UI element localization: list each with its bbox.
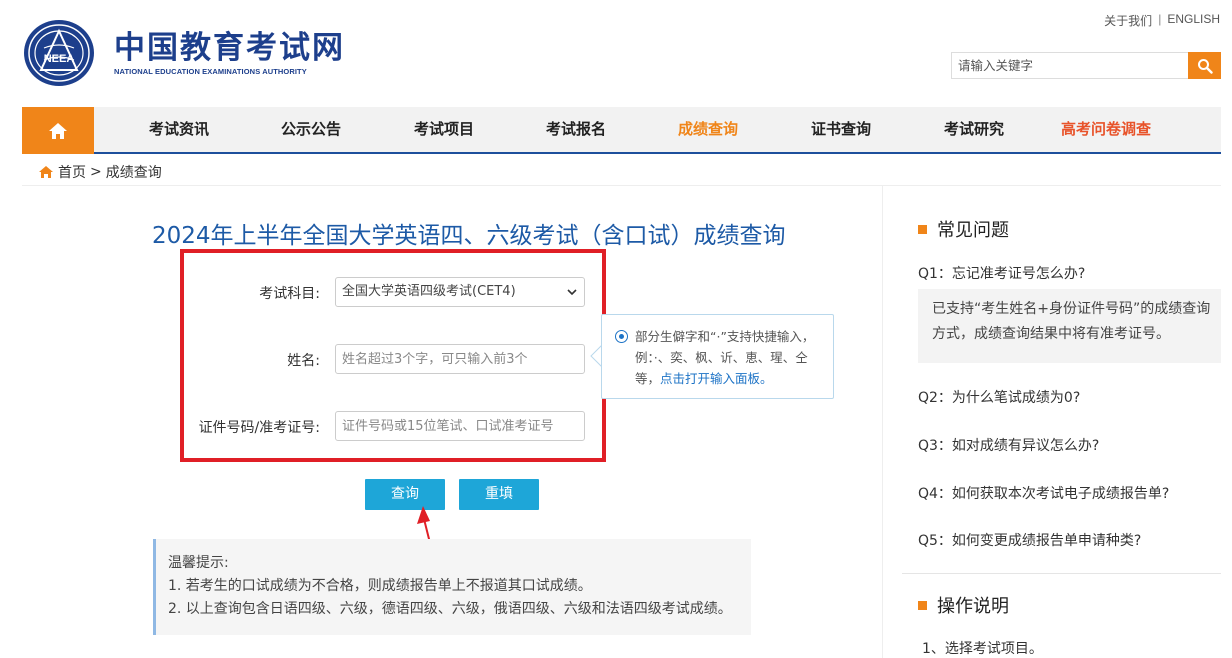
nav-item-certificate-query[interactable]: 证书查询 — [811, 107, 871, 152]
column-divider — [882, 186, 883, 658]
sidebar-divider — [902, 573, 1221, 574]
name-label: 姓名: — [287, 353, 320, 369]
nav-item-gaokao-survey[interactable]: 高考问卷调查 — [1061, 107, 1151, 152]
faq-question-2[interactable]: Q2：为什么笔试成绩为0? — [918, 387, 1080, 407]
breadcrumb-home[interactable]: 首页 — [58, 162, 86, 182]
site-logo[interactable]: NEEA 中国教育考试网 NATIONAL EDUCATION EXAMINAT… — [22, 18, 345, 88]
guide-heading: 操作说明 — [918, 592, 1009, 618]
logo-subtitle: NATIONAL EDUCATION EXAMINATIONS AUTHORIT… — [114, 66, 307, 76]
hint-radio-icon — [615, 330, 628, 343]
rare-char-hint: 部分生僻字和“·”支持快捷输入，例：·、奕、枫、䜣、恵、瑆、仝等，点击打开输入面… — [601, 314, 834, 399]
nav-item-registration[interactable]: 考试报名 — [546, 107, 606, 152]
faq-question-1[interactable]: Q1：忘记准考证号怎么办? — [918, 263, 1085, 283]
faq-title: 常见问题 — [937, 220, 1009, 241]
id-label: 证件号码/准考证号: — [198, 420, 320, 436]
search-icon — [1197, 58, 1213, 74]
open-input-panel-link[interactable]: 点击打开输入面板。 — [660, 371, 773, 386]
guide-step-1: 1、选择考试项目。 — [922, 641, 1043, 657]
subject-select-value: 全国大学英语四级考试(CET4) — [342, 284, 516, 299]
faq-question-5[interactable]: Q5：如何变更成绩报告单申请种类? — [918, 530, 1141, 550]
square-bullet-icon — [918, 224, 927, 234]
search-button[interactable] — [1188, 52, 1221, 79]
main-nav: 考试资讯 公示公告 考试项目 考试报名 成绩查询 证书查询 考试研究 高考问卷调… — [22, 107, 1221, 154]
subject-label: 考试科目: — [259, 286, 320, 302]
chevron-down-icon — [567, 289, 577, 296]
breadcrumb-current: 成绩查询 — [105, 165, 162, 181]
about-link[interactable]: 关于我们 — [1104, 12, 1152, 29]
neea-emblem-icon: NEEA — [24, 20, 94, 86]
id-number-input[interactable] — [335, 411, 585, 441]
logo-title: 中国教育考试网 — [114, 29, 345, 66]
home-icon — [49, 122, 67, 139]
svg-text:NEEA: NEEA — [44, 53, 75, 65]
english-link[interactable]: ENGLISH — [1167, 12, 1220, 29]
square-bullet-icon — [918, 600, 927, 610]
warm-tips: 温馨提示: 1. 若考生的口试成绩为不合格，则成绩报告单上不报道其口试成绩。 2… — [153, 539, 751, 635]
breadcrumb-separator: > — [90, 164, 102, 180]
top-links: 关于我们 | ENGLISH — [1104, 12, 1220, 29]
top-links-separator: | — [1158, 12, 1162, 26]
home-icon — [39, 166, 53, 178]
form-row-subject: 考试科目: 全国大学英语四级考试(CET4) — [184, 277, 602, 307]
breadcrumb: 首页 > 成绩查询 — [38, 162, 162, 182]
faq-answer-1: 已支持“考生姓名+身份证件号码”的成绩查询方式，成绩查询结果中将有准考证号。 — [918, 289, 1221, 363]
nav-item-exam-news[interactable]: 考试资讯 — [149, 107, 209, 152]
nav-item-exam-programs[interactable]: 考试项目 — [414, 107, 474, 152]
search-input[interactable] — [951, 52, 1188, 79]
faq-question-3[interactable]: Q3：如对成绩有异议怎么办? — [918, 435, 1099, 455]
nav-item-exam-research[interactable]: 考试研究 — [944, 107, 1004, 152]
faq-question-4[interactable]: Q4：如何获取本次考试电子成绩报告单? — [918, 483, 1169, 503]
guide-title: 操作说明 — [937, 596, 1009, 617]
nav-item-score-query[interactable]: 成绩查询 — [678, 107, 738, 152]
reset-button[interactable]: 重填 — [459, 479, 539, 510]
subject-select[interactable]: 全国大学英语四级考试(CET4) — [335, 277, 585, 307]
form-row-id: 证件号码/准考证号: — [184, 411, 602, 441]
faq-heading: 常见问题 — [918, 216, 1009, 242]
site-search — [951, 52, 1221, 79]
page-title: 2024年上半年全国大学英语四、六级考试（含口试）成绩查询 — [152, 223, 786, 249]
breadcrumb-divider — [22, 185, 1221, 186]
tips-line-1: 1. 若考生的口试成绩为不合格，则成绩报告单上不报道其口试成绩。 — [168, 578, 592, 594]
nav-home-button[interactable] — [22, 107, 94, 154]
query-form-highlight: 考试科目: 全国大学英语四级考试(CET4) 姓名: 证件号码/准考证号: — [180, 249, 606, 462]
form-row-name: 姓名: — [184, 344, 602, 374]
name-input[interactable] — [335, 344, 585, 374]
tips-line-2: 2. 以上查询包含日语四级、六级，德语四级、六级，俄语四级、六级和法语四级考试成… — [168, 601, 732, 617]
tips-title: 温馨提示: — [168, 555, 229, 571]
nav-item-announcements[interactable]: 公示公告 — [281, 107, 341, 152]
